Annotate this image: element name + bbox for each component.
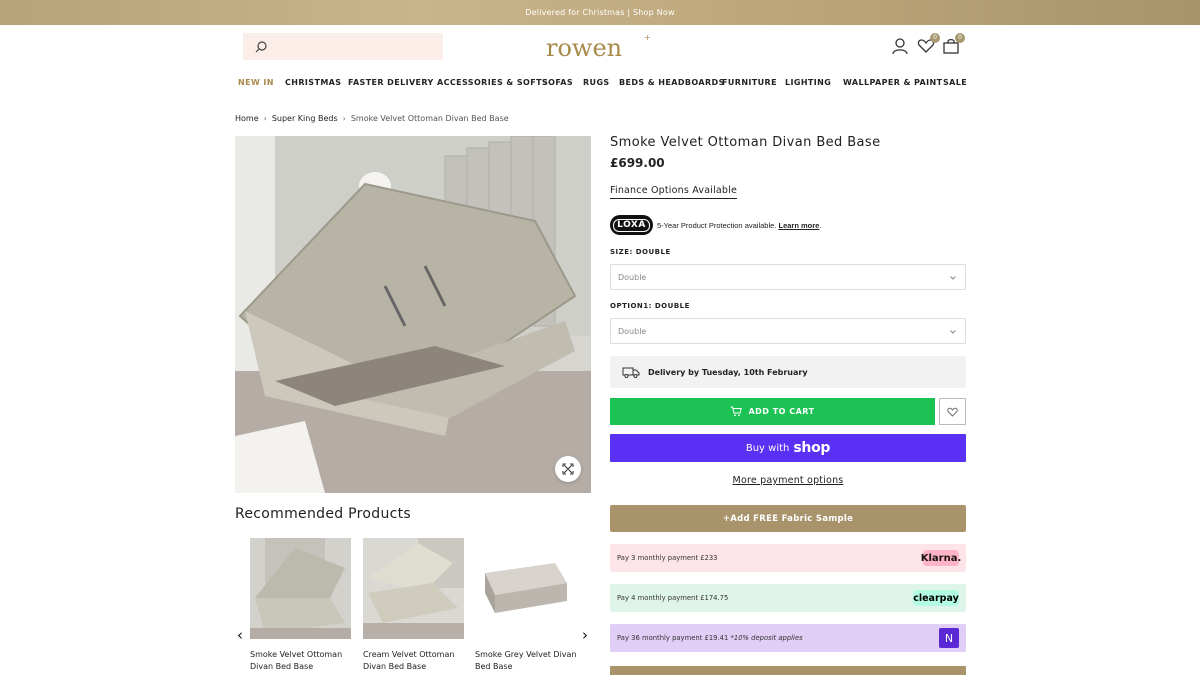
nav-item-sale[interactable]: SALE xyxy=(943,78,967,87)
recommended-item[interactable]: Smoke Velvet Ottoman Divan Bed Base xyxy=(250,538,351,673)
search-input[interactable] xyxy=(243,33,443,60)
loxa-protection: LOXA 5-Year Product Protection available… xyxy=(610,215,821,235)
klarna-logo: Klarna. xyxy=(921,550,961,566)
recommended-title: Recommended Products xyxy=(235,506,412,522)
recommended-thumb[interactable] xyxy=(363,538,464,639)
nav-item-furniture[interactable]: FURNITURE xyxy=(722,78,777,87)
truck-icon xyxy=(622,367,640,378)
option1-value: Double xyxy=(618,327,647,336)
promo-bar[interactable]: Delivered for Christmas | Shop Now xyxy=(0,0,1200,25)
nav-item-new-in[interactable]: NEW IN xyxy=(238,78,274,87)
wishlist-button[interactable]: 0 xyxy=(917,33,940,55)
deposit-note: *10% deposit applies xyxy=(730,634,803,642)
search-icon xyxy=(255,41,267,53)
breadcrumb: Home › Super King Beds › Smoke Velvet Ot… xyxy=(235,114,509,123)
cart-button[interactable]: 0 xyxy=(942,33,965,55)
nav-item-christmas[interactable]: CHRISTMAS xyxy=(285,78,341,87)
size-value: Double xyxy=(618,273,647,282)
breadcrumb-category[interactable]: Super King Beds xyxy=(272,114,338,123)
shop-pay-button[interactable]: Buy with shop xyxy=(610,434,966,462)
zoom-icon xyxy=(562,463,574,475)
chevron-left-icon[interactable]: ‹ xyxy=(234,627,246,643)
account-button[interactable] xyxy=(891,37,909,55)
zoom-button[interactable] xyxy=(555,456,581,482)
size-label: SIZE: DOUBLE xyxy=(610,248,671,256)
nav-item-sofas[interactable]: SOFAS xyxy=(542,78,573,87)
klarna-text: Pay 3 monthly payment £233 xyxy=(617,554,718,562)
chevron-down-icon xyxy=(950,330,956,334)
fabric-sample-button[interactable]: +Add FREE Fabric Sample xyxy=(610,505,966,532)
more-payment-link[interactable]: More payment options xyxy=(733,475,844,486)
size-select[interactable]: Double xyxy=(610,264,966,290)
breadcrumb-current: Smoke Velvet Ottoman Divan Bed Base xyxy=(350,114,509,123)
more-payment-options: More payment options xyxy=(610,475,966,486)
recommended-name[interactable]: Smoke Velvet Ottoman Divan Bed Base xyxy=(250,649,354,673)
chevron-down-icon xyxy=(950,276,956,280)
nav-item-beds-headboards[interactable]: BEDS & HEADBOARDS xyxy=(619,78,725,87)
bottom-button-partial[interactable] xyxy=(610,666,966,675)
delivery-text: Delivery by Tuesday, 10th February xyxy=(648,367,808,377)
shop-pay-logo: shop xyxy=(793,440,831,456)
logo[interactable]: rowen + xyxy=(546,32,656,62)
add-to-cart-button[interactable]: ADD TO CART xyxy=(610,398,935,425)
product-thumb-photo xyxy=(250,538,351,639)
loxa-text: 5-Year Product Protection available. Lea… xyxy=(657,220,822,230)
cart-count: 0 xyxy=(955,33,965,43)
learn-more-link[interactable]: Learn more xyxy=(778,221,819,230)
fabric-sample-label: +Add FREE Fabric Sample xyxy=(722,513,854,524)
chevron-right-icon: › xyxy=(263,114,267,123)
chevron-right-icon[interactable]: › xyxy=(579,627,591,643)
recommended-thumb[interactable] xyxy=(475,538,576,639)
recommended-name[interactable]: Smoke Grey Velvet Divan Bed Base xyxy=(475,649,579,673)
klarna-banner[interactable]: Pay 3 monthly payment £233 Klarna. xyxy=(610,544,966,572)
wishlist-count: 0 xyxy=(930,33,940,43)
heart-icon xyxy=(947,407,958,417)
recommended-item[interactable]: Cream Velvet Ottoman Divan Bed Base xyxy=(363,538,464,673)
recommended-thumb[interactable] xyxy=(250,538,351,639)
nav-item-lighting[interactable]: LIGHTING xyxy=(785,78,831,87)
product-thumb-photo xyxy=(363,538,464,639)
nav-item-accessories-softs[interactable]: ACCESSORIES & SOFTS xyxy=(437,78,548,87)
option1-select[interactable]: Double xyxy=(610,318,966,344)
cart-icon xyxy=(730,406,743,417)
product-title: Smoke Velvet Ottoman Divan Bed Base xyxy=(610,135,881,150)
nav-item-wallpaper-paint[interactable]: WALLPAPER & PAINT xyxy=(843,78,942,87)
product-photo xyxy=(235,136,591,493)
account-icon xyxy=(892,38,908,55)
main-nav: NEW IN CHRISTMAS FASTER DELIVERY ACCESSO… xyxy=(0,78,1200,92)
buy-with-label: Buy with xyxy=(745,442,790,454)
product-image[interactable] xyxy=(235,136,591,493)
recommended-name[interactable]: Cream Velvet Ottoman Divan Bed Base xyxy=(363,649,467,673)
finance-link[interactable]: Finance Options Available xyxy=(610,185,738,199)
product-thumb-photo xyxy=(475,538,576,639)
finance-provider-logo: N xyxy=(939,628,959,648)
add-to-wishlist-button[interactable] xyxy=(939,398,966,425)
add-to-cart-label: ADD TO CART xyxy=(748,407,815,416)
nav-item-faster-delivery[interactable]: FASTER DELIVERY xyxy=(348,78,434,87)
clearpay-banner[interactable]: Pay 4 monthly payment £174.75 clearpay xyxy=(610,584,966,612)
nav-item-rugs[interactable]: RUGS xyxy=(583,78,610,87)
finance-banner-text: Pay 36 monthly payment £19.41 *10% depos… xyxy=(617,634,803,642)
delivery-info: Delivery by Tuesday, 10th February xyxy=(610,356,966,388)
clearpay-logo: clearpay xyxy=(913,590,959,606)
logo-mark: rowen + xyxy=(546,33,651,62)
svg-text:+: + xyxy=(644,33,651,42)
recommended-item[interactable]: Smoke Grey Velvet Divan Bed Base xyxy=(475,538,579,673)
chevron-right-icon: › xyxy=(342,114,346,123)
svg-text:rowen: rowen xyxy=(546,34,622,62)
finance-banner[interactable]: Pay 36 monthly payment £19.41 *10% depos… xyxy=(610,624,966,652)
promo-text[interactable]: Delivered for Christmas | Shop Now xyxy=(525,8,674,17)
product-price: £699.00 xyxy=(610,156,665,170)
loxa-logo: LOXA xyxy=(610,215,653,235)
option1-label: OPTION1: DOUBLE xyxy=(610,302,690,310)
clearpay-text: Pay 4 monthly payment £174.75 xyxy=(617,594,729,602)
breadcrumb-home[interactable]: Home xyxy=(235,114,259,123)
